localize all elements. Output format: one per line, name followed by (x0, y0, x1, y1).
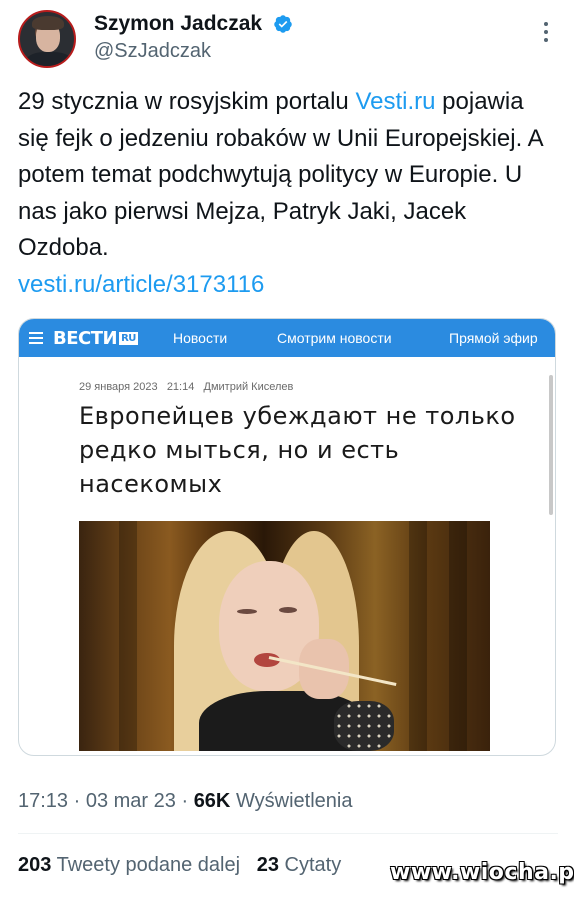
views-count: 66K (193, 790, 231, 812)
tweet-header: Szymon Jadczak @SzJadczak (0, 0, 574, 80)
views-label: Wyświetlenia (235, 790, 353, 812)
quotes-label[interactable]: Cytaty (285, 854, 342, 876)
tweet-time: 17:13 (18, 790, 69, 812)
nav-news: Новости (173, 330, 228, 346)
tweet-timestamp[interactable]: 17:13 · 03 mar 23 · 66K Wyświetlenia (18, 790, 352, 813)
article-link[interactable]: vesti.ru/article/3173116 (18, 271, 264, 298)
tweet-date: 03 mar 23 (85, 790, 176, 812)
retweets-count[interactable]: 203 (18, 854, 51, 876)
article-headline: Европейцев убеждают не только редко мыть… (79, 402, 516, 498)
retweets-label[interactable]: Tweety podane dalej (57, 854, 240, 876)
article-time: 21:14 (166, 381, 195, 393)
tweet-stats: 203 Tweety podane dalej 23 Cytaty (18, 854, 341, 877)
article-meta: 29 января 2023 21:14 Дмитрий Киселев (79, 381, 293, 393)
avatar-hair (32, 16, 64, 30)
vesti-navbar: ВЕСТИ RU Новости Смотрим новости Прямой э… (19, 319, 555, 357)
avatar-shirt (24, 52, 74, 66)
more-options-icon[interactable] (536, 20, 556, 44)
divider (18, 833, 558, 834)
scrollbar (549, 375, 553, 515)
tweet-text: 29 stycznia w rosyjskim portalu Vesti.ru… (18, 84, 558, 303)
avatar[interactable] (18, 10, 76, 68)
vesti-logo: ВЕСТИ RU (53, 328, 138, 349)
tweet-text-part1: 29 stycznia w rosyjskim portalu (18, 88, 356, 115)
embedded-image-card[interactable]: ВЕСТИ RU Новости Смотрим новости Прямой э… (18, 318, 556, 756)
article-photo (79, 521, 490, 751)
article-author: Дмитрий Киселев (203, 381, 294, 393)
vesti-link[interactable]: Vesti.ru (355, 88, 435, 115)
author-handle[interactable]: @SzJadczak (94, 40, 211, 63)
article-date: 29 января 2023 (79, 381, 158, 393)
verified-badge-icon (274, 15, 292, 33)
author-name[interactable]: Szymon Jadczak (94, 12, 262, 36)
nav-watch-news: Смотрим новости (277, 330, 392, 346)
quotes-count[interactable]: 23 (257, 854, 279, 876)
nav-live: Прямой эфир (449, 330, 538, 346)
watermark: www.wiocha.pl (390, 860, 574, 885)
menu-icon (29, 332, 43, 344)
